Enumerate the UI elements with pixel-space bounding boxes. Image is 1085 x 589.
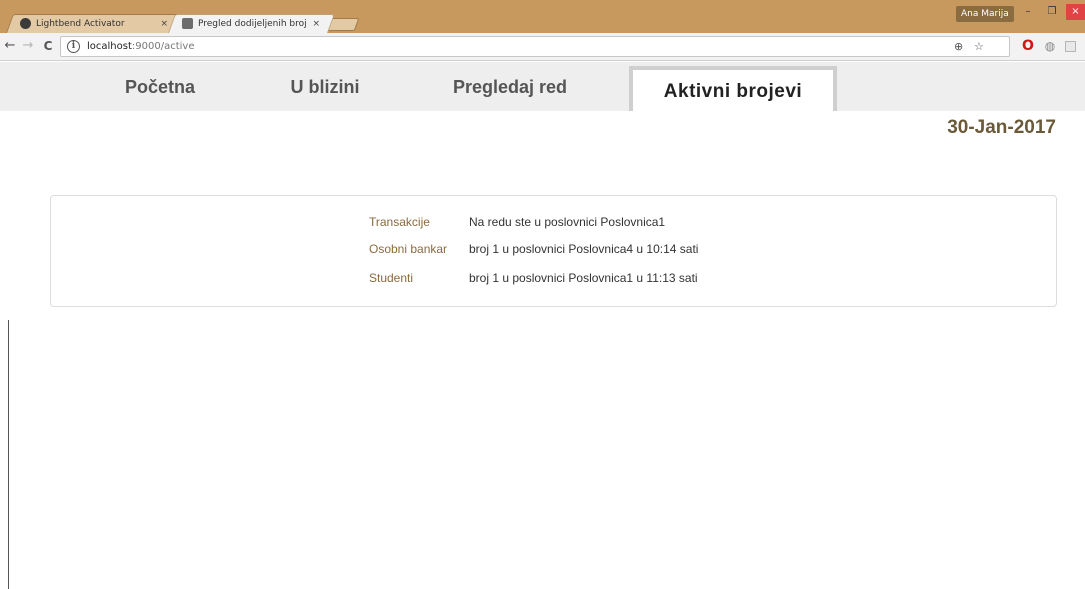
current-date: 30-Jan-2017	[947, 117, 1056, 138]
close-window-button[interactable]: ×	[1066, 4, 1085, 20]
list-item: Studenti broj 1 u poslovnici Poslovnica1 …	[369, 269, 698, 287]
tab-close-icon[interactable]: ×	[160, 19, 168, 29]
profile-button[interactable]: Ana Marija	[956, 6, 1014, 22]
nav-item-pregledaj-red[interactable]: Pregledaj red	[430, 62, 590, 111]
browser-toolbar: ← → C i localhost:9000/active ⊕ ☆ O ◍	[0, 33, 1085, 61]
page-content: Početna U blizini Pregledaj red Aktivni …	[0, 62, 1085, 589]
url-host: localhost	[87, 41, 132, 52]
row-label: Osobni bankar	[369, 242, 448, 256]
nav-item-aktivni-brojevi[interactable]: Aktivni brojevi	[629, 66, 837, 111]
maximize-button[interactable]: ❐	[1042, 4, 1062, 20]
tab-lightbend-activator[interactable]: Lightbend Activator ×	[6, 14, 183, 33]
box-extension-icon[interactable]	[1062, 38, 1078, 54]
circle-extension-icon[interactable]: ◍	[1042, 38, 1058, 54]
row-label: Transakcije	[369, 215, 430, 229]
left-edge-line	[8, 320, 9, 589]
page-favicon-icon	[182, 18, 193, 29]
lightbend-favicon-icon	[20, 18, 31, 29]
nav-item-pocetna[interactable]: Početna	[90, 62, 230, 111]
list-item: Osobni bankar broj 1 u poslovnici Poslovn…	[369, 240, 698, 258]
bookmark-star-icon[interactable]: ☆	[974, 39, 984, 55]
browser-tab-strip: Lightbend Activator × Pregled dodijeljen…	[0, 0, 1085, 33]
reload-icon[interactable]: C	[40, 38, 56, 54]
address-bar[interactable]: i localhost:9000/active ⊕ ☆	[60, 36, 1010, 57]
tab-title: Lightbend Activator	[36, 18, 125, 29]
info-icon[interactable]: i	[67, 40, 80, 53]
zoom-icon[interactable]: ⊕	[954, 39, 963, 55]
forward-arrow-icon[interactable]: →	[20, 38, 36, 54]
row-value: broj 1 u poslovnici Poslovnica1 u 11:13 …	[469, 271, 698, 285]
url-path: :9000/active	[131, 41, 195, 52]
main-nav: Početna U blizini Pregledaj red Aktivni …	[0, 62, 1085, 111]
row-value: broj 1 u poslovnici Poslovnica4 u 10:14 …	[469, 242, 699, 256]
minimize-button[interactable]: –	[1018, 4, 1038, 20]
tab-title: Pregled dodijeljenih broj	[198, 18, 307, 29]
opera-extension-icon[interactable]: O	[1020, 38, 1036, 54]
tab-pregled-dodijeljenih[interactable]: Pregled dodijeljenih broj ×	[168, 14, 335, 33]
tab-close-icon[interactable]: ×	[312, 19, 320, 29]
back-arrow-icon[interactable]: ←	[2, 38, 18, 54]
row-label: Studenti	[369, 271, 414, 285]
row-value: Na redu ste u poslovnici Poslovnica1	[469, 215, 666, 229]
list-item: Transakcije Na redu ste u poslovnici Posl…	[369, 213, 665, 231]
nav-item-u-blizini[interactable]: U blizini	[255, 62, 395, 111]
url-text[interactable]: localhost:9000/active	[87, 37, 194, 56]
active-numbers-panel: Transakcije Na redu ste u poslovnici Posl…	[50, 195, 1057, 307]
